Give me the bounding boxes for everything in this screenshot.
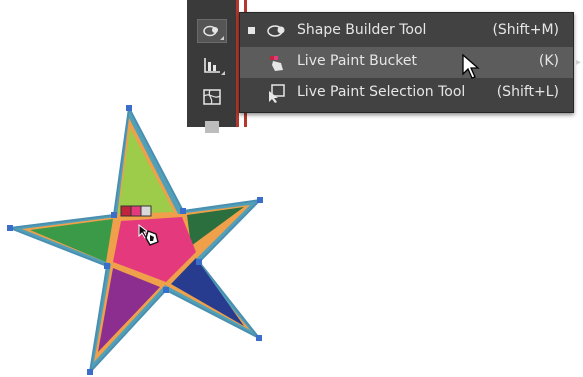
mesh-tool-button[interactable] [197, 85, 227, 109]
swatch-3 [140, 205, 152, 217]
menu-item-shortcut: (Shift+L) [496, 84, 559, 100]
menu-item-shortcut: (Shift+M) [492, 22, 559, 38]
shape-builder-tool-button[interactable] [197, 19, 227, 43]
tool-icon [202, 0, 222, 7]
shape-builder-icon [203, 25, 218, 37]
live-paint-swatch-cursor [120, 205, 152, 217]
menu-item-label: Shape Builder Tool [297, 22, 427, 38]
swatch-1 [120, 205, 132, 217]
tools-panel [187, 0, 239, 133]
mouse-pointer-icon [462, 54, 480, 79]
live-paint-selection-icon [269, 84, 285, 103]
gradient-icon [205, 121, 219, 133]
shape-builder-icon [267, 25, 285, 37]
live-paint-bucket-icon [270, 56, 283, 71]
tool-top-partial[interactable] [197, 0, 227, 10]
menu-item-label: Live Paint Bucket [297, 53, 418, 69]
flyout-indicator [221, 71, 225, 75]
menu-item-shortcut: (K) [538, 53, 559, 69]
tearoff-arrow-icon[interactable]: ▸ [576, 57, 581, 68]
tool-flyout-menu: Shape Builder Tool (Shift+M) Live Paint … [239, 12, 581, 113]
selected-bullet-icon [248, 27, 255, 34]
menu-item-label: Live Paint Selection Tool [297, 84, 466, 100]
chart-icon [204, 58, 220, 73]
menu-item-live-paint-bucket[interactable]: Live Paint Bucket (K) ▸ [240, 47, 581, 78]
menu-item-live-paint-selection[interactable]: Live Paint Selection Tool (Shift+L) [240, 78, 573, 109]
menu-item-shape-builder[interactable]: Shape Builder Tool (Shift+M) [240, 16, 573, 47]
flyout-indicator [220, 36, 224, 40]
chart-tool-button[interactable] [197, 53, 227, 77]
gradient-tool-button[interactable] [197, 116, 227, 140]
swatch-2 [130, 205, 142, 217]
mesh-icon [203, 89, 221, 105]
